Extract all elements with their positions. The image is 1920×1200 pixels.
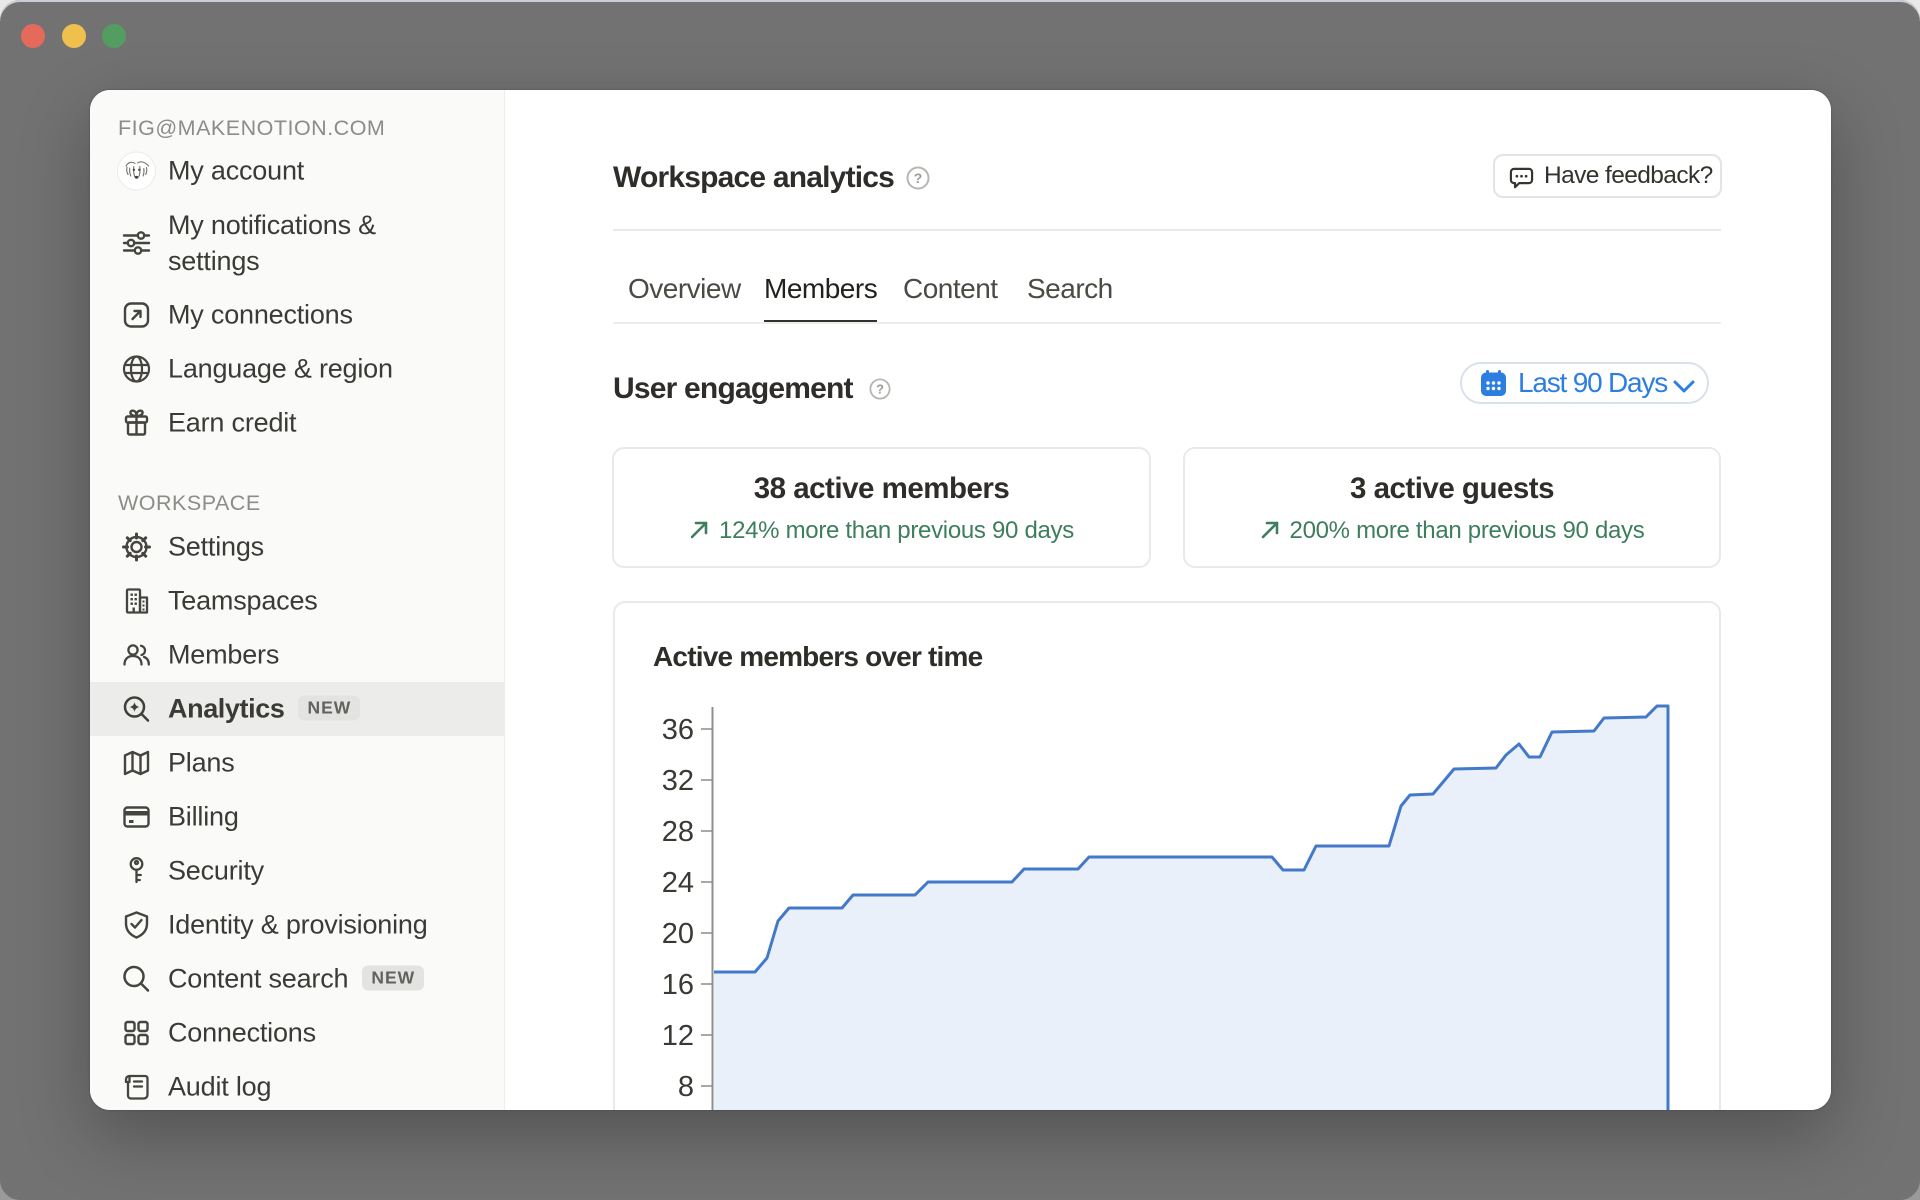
svg-text:24: 24 — [662, 867, 694, 899]
svg-text:?: ? — [876, 382, 884, 397]
svg-text:?: ? — [914, 170, 923, 186]
svg-text:20: 20 — [662, 918, 694, 950]
svg-text:16: 16 — [662, 969, 694, 1001]
svg-text:12: 12 — [662, 1020, 694, 1052]
svg-text:8: 8 — [678, 1071, 694, 1103]
svg-text:32: 32 — [662, 765, 694, 797]
svg-text:28: 28 — [662, 816, 694, 848]
svg-text:36: 36 — [662, 714, 694, 746]
